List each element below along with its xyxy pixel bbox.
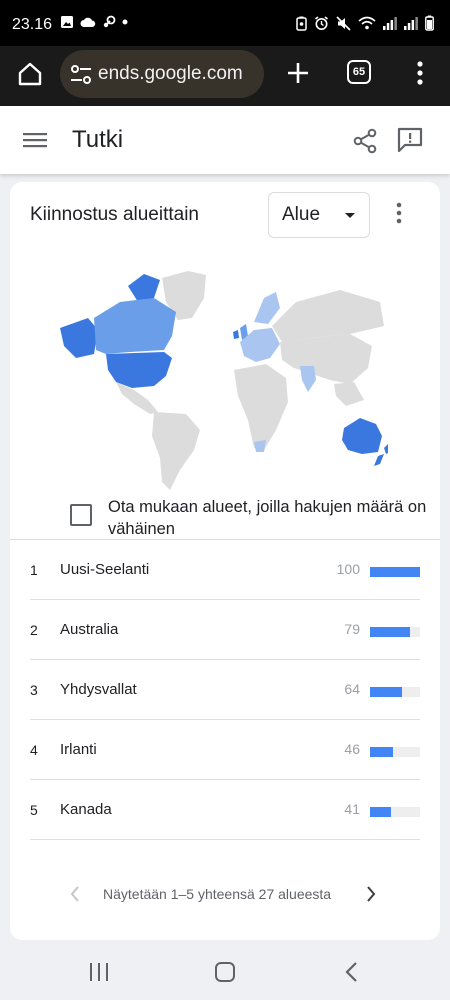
interest-bar — [370, 627, 420, 637]
map-india[interactable] — [300, 366, 316, 392]
signal-2-icon — [404, 17, 418, 30]
mute-icon — [336, 15, 351, 31]
app-header: Tutki — [0, 106, 450, 174]
rank-number: 1 — [30, 562, 38, 578]
share-icon[interactable] — [352, 128, 378, 154]
region-select-value: Alue — [282, 204, 321, 225]
dropdown-arrow-icon — [345, 213, 355, 218]
plus-icon — [288, 63, 308, 83]
new-tab-button[interactable] — [283, 58, 313, 88]
status-time: 23.16 — [12, 16, 53, 33]
list-item[interactable]: 1 Uusi-Seelanti 100 — [30, 540, 420, 600]
interest-bar — [370, 687, 420, 697]
url-text: ends.google.com — [98, 63, 243, 84]
interest-score: 41 — [344, 801, 360, 817]
interest-score: 100 — [336, 561, 360, 577]
steam-icon — [103, 15, 116, 28]
card-title: Kiinnostus alueittain — [30, 204, 199, 225]
map-usa[interactable] — [106, 352, 172, 388]
tab-switcher-button[interactable]: 65 — [347, 60, 371, 84]
interest-by-region-card: Kiinnostus alueittain Alue Ota mukaan al… — [10, 182, 440, 940]
map-africa[interactable] — [234, 364, 288, 450]
interest-bar-fill — [370, 627, 410, 637]
interest-score: 46 — [344, 741, 360, 757]
back-icon[interactable] — [344, 961, 358, 983]
map-ireland[interactable] — [233, 330, 239, 339]
region-name[interactable]: Yhdysvallat — [60, 681, 137, 698]
interest-bar-fill — [370, 567, 420, 577]
chevron-right-icon[interactable] — [366, 886, 376, 902]
status-notification-icons — [60, 15, 128, 29]
low-volume-checkbox[interactable] — [70, 504, 92, 526]
interest-bar — [370, 807, 420, 817]
region-select[interactable]: Alue — [268, 192, 370, 238]
map-australia[interactable] — [342, 418, 382, 454]
image-icon — [61, 16, 73, 28]
interest-bar — [370, 747, 420, 757]
system-nav-bar — [0, 944, 450, 1000]
wifi-icon — [358, 16, 376, 30]
world-map[interactable] — [50, 268, 388, 492]
status-bar: 23.16 — [0, 0, 450, 46]
alarm-icon — [315, 15, 328, 30]
rank-number: 3 — [30, 682, 38, 698]
interest-bar-fill — [370, 747, 393, 757]
more-vert-icon — [417, 61, 423, 85]
map-south-america[interactable] — [152, 412, 200, 490]
map-south-africa[interactable] — [254, 440, 266, 452]
page-title: Tutki — [72, 126, 124, 153]
tune-icon[interactable] — [69, 64, 93, 86]
map-new-zealand[interactable] — [384, 444, 388, 454]
list-item[interactable]: 4 Irlanti 46 — [30, 720, 420, 780]
rank-number: 2 — [30, 622, 38, 638]
list-item[interactable]: 2 Australia 79 — [30, 600, 420, 660]
interest-score: 79 — [344, 621, 360, 637]
map-asia[interactable] — [280, 334, 372, 384]
cloud-icon — [80, 17, 96, 27]
region-ranking-list: 1 Uusi-Seelanti 100 2 Australia 79 3 Yhd… — [30, 540, 420, 840]
interest-bar-fill — [370, 687, 402, 697]
feedback-icon[interactable] — [396, 126, 424, 154]
region-name[interactable]: Kanada — [60, 801, 112, 818]
region-name[interactable]: Irlanti — [60, 741, 97, 758]
chevron-left-icon[interactable] — [70, 886, 80, 902]
recents-icon[interactable] — [88, 962, 110, 982]
map-canada[interactable] — [94, 298, 176, 354]
battery-saver-icon — [296, 16, 307, 31]
interest-score: 64 — [344, 681, 360, 697]
low-volume-label: Ota mukaan alueet, joilla hakujen määrä … — [108, 498, 427, 538]
dot-icon — [122, 19, 128, 25]
map-se-asia[interactable] — [334, 382, 364, 406]
rank-number: 4 — [30, 742, 38, 758]
battery-icon — [425, 15, 434, 31]
hamburger-icon[interactable] — [22, 130, 48, 150]
address-bar[interactable]: ends.google.com — [60, 50, 264, 98]
map-scandinavia[interactable] — [254, 292, 280, 324]
browser-home-button[interactable] — [14, 58, 46, 90]
region-name[interactable]: Uusi-Seelanti — [60, 561, 149, 578]
interest-bar-fill — [370, 807, 391, 817]
home-icon — [18, 62, 42, 86]
map-canada-islands[interactable] — [128, 274, 160, 302]
list-item[interactable]: 3 Yhdysvallat 64 — [30, 660, 420, 720]
list-item[interactable]: 5 Kanada 41 — [30, 780, 420, 840]
status-system-icons — [296, 15, 434, 31]
region-name[interactable]: Australia — [60, 621, 118, 638]
pagination: Näytetään 1–5 yhteensä 27 alueesta — [10, 882, 440, 906]
rank-number: 5 — [30, 802, 38, 818]
pagination-text: Näytetään 1–5 yhteensä 27 alueesta — [103, 886, 332, 902]
browser-menu-button[interactable] — [408, 58, 432, 88]
browser-toolbar: ends.google.com 65 — [0, 46, 450, 106]
nav-home-button[interactable] — [215, 962, 235, 982]
signal-icon — [383, 17, 397, 30]
map-alaska[interactable] — [60, 318, 98, 358]
more-vert-icon[interactable] — [396, 202, 402, 224]
map-russia[interactable] — [272, 290, 384, 342]
interest-bar — [370, 567, 420, 577]
map-new-zealand-south[interactable] — [374, 454, 384, 466]
